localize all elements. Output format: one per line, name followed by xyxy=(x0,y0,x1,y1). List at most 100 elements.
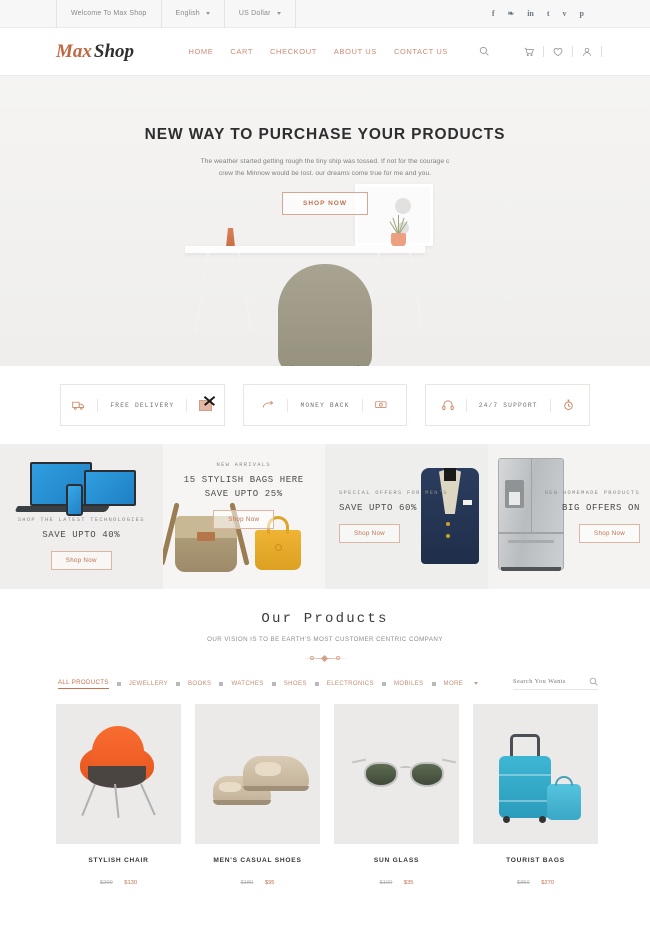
cart-icon[interactable] xyxy=(524,47,534,57)
filter-all-products[interactable]: ALL PRODUCTS xyxy=(58,679,109,689)
product-image-chair[interactable] xyxy=(56,704,181,844)
site-header: Max Shop HOME CART CHECKOUT ABOUT US CONT… xyxy=(0,28,650,76)
chair xyxy=(278,264,372,366)
user-account-icon[interactable] xyxy=(582,47,592,57)
facebook-icon[interactable]: f xyxy=(492,9,495,18)
product-image-shoes[interactable] xyxy=(195,704,320,844)
feature-label: FREE DELIVERY xyxy=(110,401,175,409)
section-subtitle: OUR VISION IS TO BE EARTH'S MOST CUSTOME… xyxy=(207,636,443,643)
promo-kicker: NEW ARRIVALS xyxy=(216,462,271,469)
welcome-text: Welcome To Max Shop xyxy=(71,10,147,17)
stopwatch-icon xyxy=(563,399,574,411)
product-new-price: $130 xyxy=(124,880,138,886)
feature-divider xyxy=(186,398,188,412)
hero-copy: NEW WAY TO PURCHASE YOUR PRODUCTS The we… xyxy=(0,126,650,216)
product-old-price: $200 xyxy=(99,880,113,886)
chevron-down-icon xyxy=(205,12,210,15)
product-price: $100 $35 xyxy=(334,871,459,889)
filter-shoes[interactable]: SHOES xyxy=(284,680,307,687)
currency-label: US Dollar xyxy=(238,10,271,17)
filter-separator-icon xyxy=(271,681,276,686)
section-title: Our Products xyxy=(261,611,389,627)
currency-selector[interactable]: US Dollar xyxy=(225,0,296,28)
product-card[interactable]: SUN GLASS $100 $35 xyxy=(334,704,459,889)
filter-separator-icon xyxy=(176,681,180,686)
product-price: $180 $95 xyxy=(195,871,320,889)
product-image-sunglasses[interactable] xyxy=(334,704,459,844)
twitter-icon[interactable]: ❧ xyxy=(508,9,515,18)
nav-item-cart[interactable]: CART xyxy=(230,47,253,56)
product-name: STYLISH CHAIR xyxy=(88,857,149,864)
broken-image-icon xyxy=(199,399,213,411)
product-old-price: $350 xyxy=(516,880,530,886)
feature-support[interactable]: 24/7 SUPPORT xyxy=(425,384,591,426)
product-image-luggage[interactable] xyxy=(473,704,598,844)
product-old-price: $100 xyxy=(379,880,393,886)
headset-icon xyxy=(441,399,454,411)
promo-electronics[interactable]: SHOP THE LATEST TECHNOLOGIES SAVE UPTO 4… xyxy=(0,444,163,589)
product-search-box[interactable] xyxy=(513,677,598,690)
filter-category-list: ALL PRODUCTS JEWELLERY BOOKS WATCHES SHO… xyxy=(58,679,513,689)
nav-item-contact-us[interactable]: CONTACT US xyxy=(394,47,448,56)
filter-separator-icon xyxy=(314,681,319,686)
filter-mobiles[interactable]: MOBILES xyxy=(394,680,424,687)
product-price: $200 $130 xyxy=(56,871,181,889)
nav-item-about-us[interactable]: ABOUT US xyxy=(334,47,377,56)
products-section-header: Our Products OUR VISION IS TO BE EARTH'S… xyxy=(0,589,650,663)
promo-kicker: SHOP THE LATEST TECHNOLOGIES xyxy=(17,516,145,523)
promo-homemade[interactable]: NEW HOMEMADE PRODUCTS BIG OFFERS ON Shop… xyxy=(487,444,650,589)
filter-more[interactable]: MORE xyxy=(444,680,464,687)
promo-shop-now-button[interactable]: Shop Now xyxy=(213,509,275,529)
filter-electronics[interactable]: ELECTRONICS xyxy=(327,680,374,687)
promo-kicker: NEW HOMEMADE PRODUCTS xyxy=(544,489,640,496)
filter-separator-icon xyxy=(219,681,224,686)
hero-subtitle-line-2: crew the Minnow would be lost. our dream… xyxy=(218,169,432,177)
promo-headline: SAVE UPTO 40% xyxy=(42,529,121,540)
tumblr-icon[interactable]: t xyxy=(547,9,550,18)
filter-separator-icon xyxy=(381,681,386,686)
filter-books[interactable]: BOOKS xyxy=(188,680,211,687)
hero-shop-now-button[interactable]: SHOP NOW xyxy=(282,192,368,216)
product-card[interactable]: MEN'S CASUAL SHOES $180 $95 xyxy=(195,704,320,889)
feature-bar: FREE DELIVERY MONEY BACK 24/7 SUPPORT xyxy=(0,366,650,444)
promo-banner-grid: SHOP THE LATEST TECHNOLOGIES SAVE UPTO 4… xyxy=(0,444,650,589)
nav-item-home[interactable]: HOME xyxy=(188,47,213,56)
feature-money-back[interactable]: MONEY BACK xyxy=(242,384,408,426)
header-action-icons xyxy=(524,46,602,57)
nav-item-checkout[interactable]: CHECKOUT xyxy=(270,47,317,56)
icon-divider xyxy=(601,46,602,57)
product-card[interactable]: TOURIST BAGS $350 $270 xyxy=(473,704,598,889)
promo-shop-now-button[interactable]: Shop Now xyxy=(339,524,400,544)
filter-separator-icon xyxy=(116,681,121,686)
promo-shop-now-button[interactable]: Shop Now xyxy=(50,551,112,571)
product-new-price: $35 xyxy=(403,880,414,886)
promo-headline: SAVE UPTO 60% xyxy=(339,502,418,513)
product-search-input[interactable] xyxy=(513,678,581,685)
truck-icon xyxy=(72,400,85,411)
hero-title: NEW WAY TO PURCHASE YOUR PRODUCTS xyxy=(144,126,506,143)
feature-free-delivery[interactable]: FREE DELIVERY xyxy=(60,384,225,426)
product-new-price: $95 xyxy=(264,880,275,886)
search-icon[interactable] xyxy=(589,677,598,686)
promo-shop-now-button[interactable]: Shop Now xyxy=(579,524,640,544)
wishlist-heart-icon[interactable] xyxy=(553,47,563,57)
feature-divider xyxy=(361,398,363,412)
vimeo-icon[interactable]: v xyxy=(563,9,567,18)
search-icon[interactable] xyxy=(479,43,489,61)
site-logo[interactable]: Max Shop xyxy=(56,41,134,63)
welcome-message: Welcome To Max Shop xyxy=(56,0,162,28)
filter-jewellery[interactable]: JEWELLERY xyxy=(129,680,168,687)
feature-divider xyxy=(287,398,289,412)
pinterest-icon[interactable]: p xyxy=(580,9,584,18)
icon-divider xyxy=(572,46,573,57)
promo-mens[interactable]: SPECIAL OFFERS FOR MEN'S SAVE UPTO 60% S… xyxy=(325,444,488,589)
hero-banner: NEW WAY TO PURCHASE YOUR PRODUCTS The we… xyxy=(0,76,650,366)
product-card[interactable]: STYLISH CHAIR $200 $130 xyxy=(56,704,181,889)
plant-pot xyxy=(391,233,406,247)
product-filter-bar: ALL PRODUCTS JEWELLERY BOOKS WATCHES SHO… xyxy=(0,663,650,690)
language-selector[interactable]: English xyxy=(162,0,225,28)
feature-label: 24/7 SUPPORT xyxy=(478,401,538,409)
promo-bags[interactable]: NEW ARRIVALS 15 STYLISH BAGS HERE SAVE U… xyxy=(162,444,325,589)
linkedin-icon[interactable]: in xyxy=(527,9,534,18)
filter-watches[interactable]: WATCHES xyxy=(231,680,263,687)
